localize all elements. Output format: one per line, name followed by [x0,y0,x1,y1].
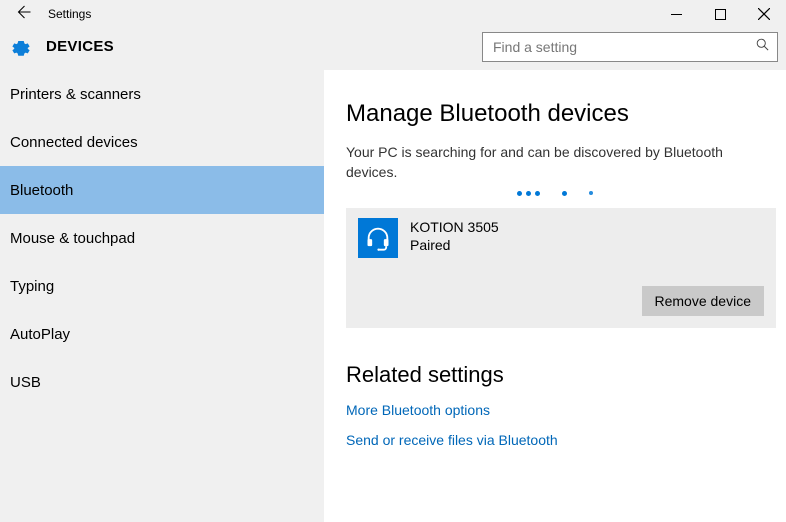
page-description: Your PC is searching for and can be disc… [346,142,764,183]
window-titlebar: Settings [0,0,786,28]
sidebar: Printers & scanners Connected devices Bl… [0,70,324,522]
sidebar-item-connected-devices[interactable]: Connected devices [0,118,324,166]
back-arrow-icon[interactable] [14,3,32,26]
device-status: Paired [410,237,499,253]
more-bluetooth-options-link[interactable]: More Bluetooth options [346,402,764,418]
sidebar-item-label: Bluetooth [10,182,73,199]
sidebar-item-usb[interactable]: USB [0,358,324,406]
sidebar-item-printers-scanners[interactable]: Printers & scanners [0,70,324,118]
device-card[interactable]: KOTION 3505 Paired Remove device [346,208,776,328]
sidebar-item-label: Printers & scanners [10,86,141,103]
headset-icon [358,218,398,258]
sidebar-item-typing[interactable]: Typing [0,262,324,310]
sidebar-item-label: AutoPlay [10,326,70,343]
send-receive-files-link[interactable]: Send or receive files via Bluetooth [346,432,764,448]
loading-dot-icon [517,191,522,196]
window-title: Settings [48,7,91,21]
sidebar-item-label: USB [10,374,41,391]
remove-device-button[interactable]: Remove device [642,286,765,316]
device-name: KOTION 3505 [410,219,499,235]
sidebar-item-label: Connected devices [10,134,138,151]
header-category: DEVICES [46,38,114,55]
close-button[interactable] [742,0,786,28]
gear-icon [10,36,32,58]
settings-header: DEVICES [0,28,786,70]
search-input[interactable] [482,32,778,62]
loading-dot-icon [535,191,540,196]
sidebar-item-label: Typing [10,278,54,295]
sidebar-item-mouse-touchpad[interactable]: Mouse & touchpad [0,214,324,262]
related-settings-heading: Related settings [346,362,764,388]
maximize-button[interactable] [698,0,742,28]
window-controls [654,0,786,28]
sidebar-item-bluetooth[interactable]: Bluetooth [0,166,324,214]
loading-dot-icon [589,191,593,195]
content-area: Manage Bluetooth devices Your PC is sear… [324,70,786,522]
loading-dot-icon [526,191,531,196]
page-title: Manage Bluetooth devices [346,100,764,128]
sidebar-item-autoplay[interactable]: AutoPlay [0,310,324,358]
loading-dot-icon [562,191,567,196]
sidebar-item-label: Mouse & touchpad [10,230,135,247]
searching-indicator [475,187,635,208]
minimize-button[interactable] [654,0,698,28]
